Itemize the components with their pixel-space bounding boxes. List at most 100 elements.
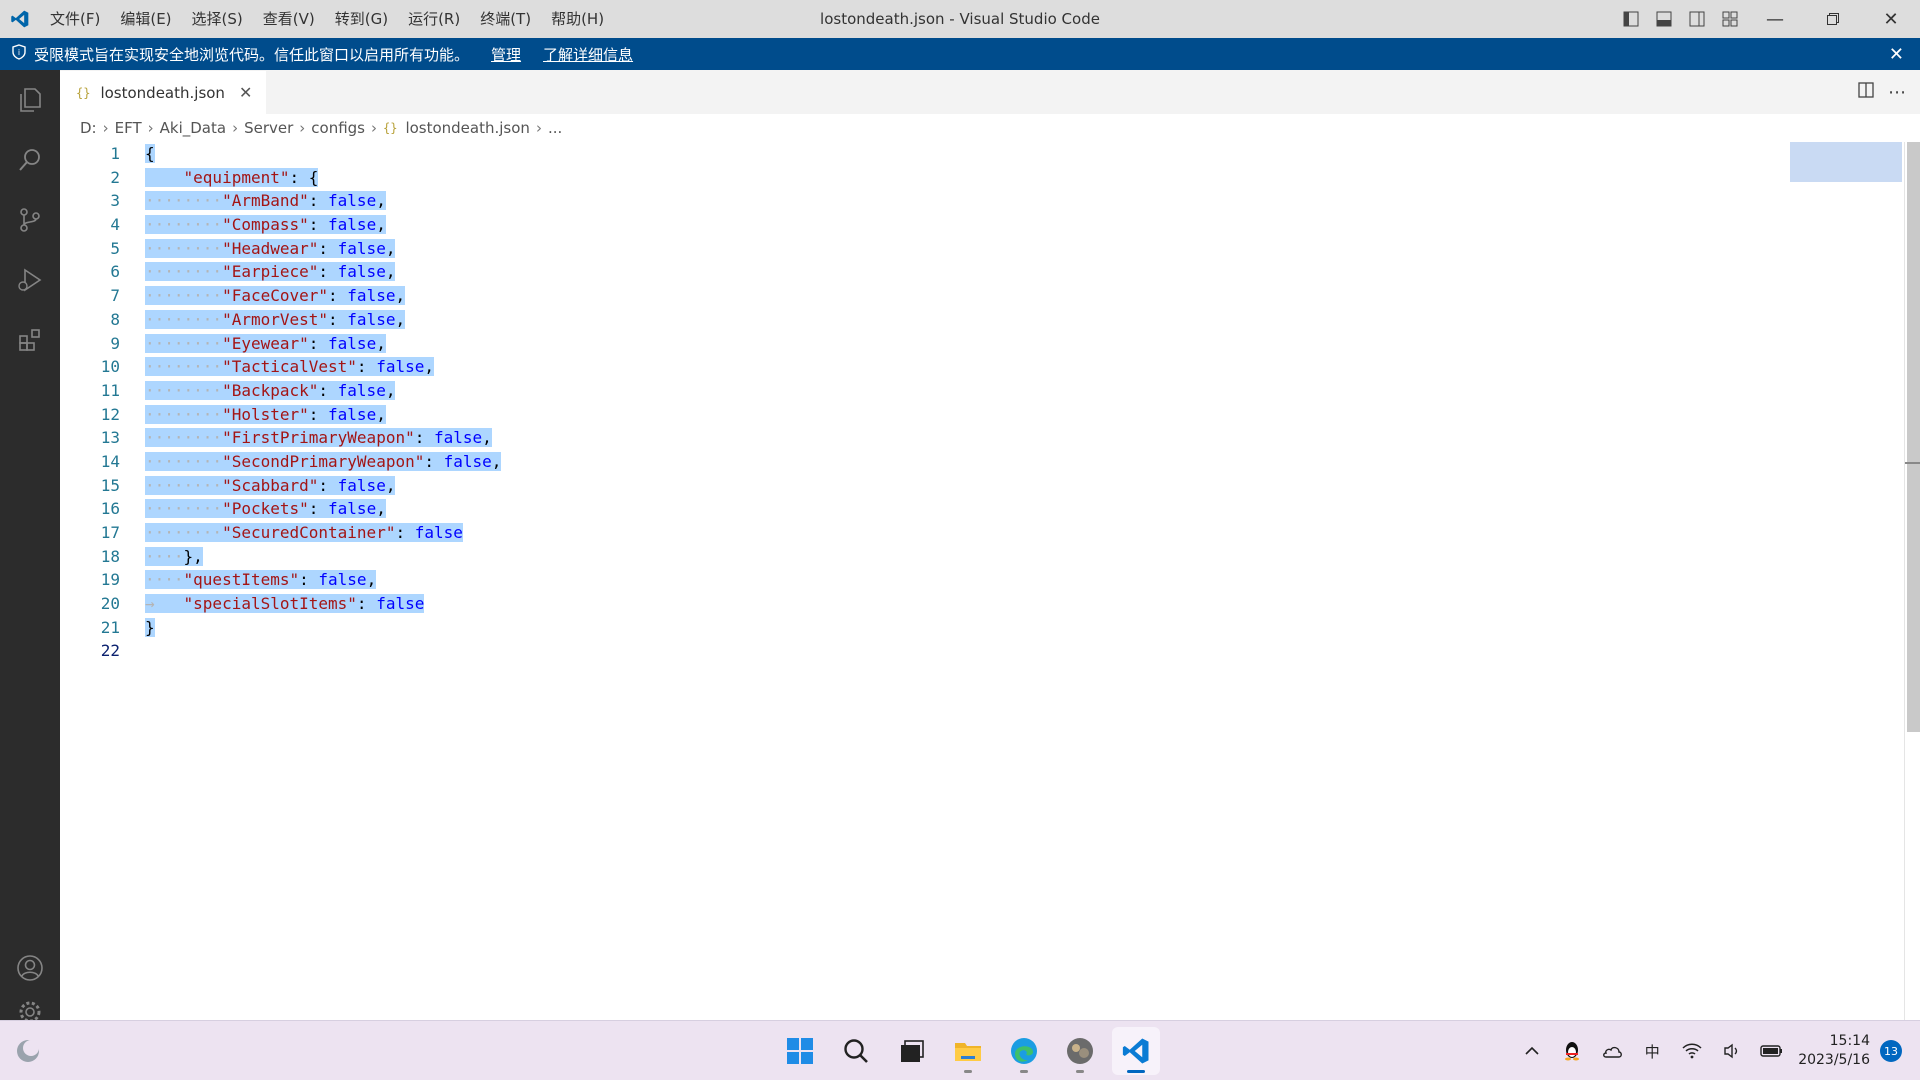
breadcrumb-item[interactable]: EFT [115, 119, 142, 137]
menu-run[interactable]: 运行(R) [398, 0, 470, 38]
vscode-logo-icon [0, 0, 40, 38]
more-actions-icon[interactable]: ⋯ [1888, 82, 1906, 103]
task-view-icon[interactable] [888, 1027, 936, 1075]
breadcrumb-item[interactable]: ... [548, 119, 562, 137]
line-number: 3 [110, 191, 120, 211]
code-line[interactable]: ········"TacticalVest": false, [145, 355, 501, 379]
code-line[interactable]: ····"questItems": false, [145, 568, 501, 592]
line-number: 13 [100, 428, 120, 448]
source-control-icon[interactable] [0, 190, 60, 250]
breadcrumb-item[interactable]: lostondeath.json [405, 119, 530, 137]
search-icon[interactable] [0, 130, 60, 190]
close-window-button[interactable]: ✕ [1862, 0, 1920, 38]
tab-lostondeath-json[interactable]: {} lostondeath.json ✕ [60, 70, 267, 114]
code-line[interactable]: ········"SecuredContainer": false [145, 521, 501, 545]
line-number: 21 [100, 617, 120, 637]
json-value: false [337, 262, 386, 282]
split-editor-icon[interactable] [1858, 81, 1874, 103]
game-app-icon[interactable] [1056, 1027, 1104, 1075]
code-line[interactable]: ········"SecondPrimaryWeapon": false, [145, 450, 502, 474]
code-editor[interactable]: 1 2 3 4 5 6 7 8 9 10 11 12 13 14 15 16 17 18 19 20 21 22 { "e… [60, 142, 1920, 1020]
code-line[interactable]: { [145, 142, 501, 166]
breadcrumb-item[interactable]: Server [244, 119, 293, 137]
code-line[interactable]: ····}, [145, 545, 501, 569]
taskbar-search-icon[interactable] [832, 1027, 880, 1075]
run-debug-icon[interactable] [0, 250, 60, 310]
code-line[interactable]: ········"Earpiece": false, [145, 260, 501, 284]
code-line[interactable]: ········"Pockets": false, [145, 497, 501, 521]
code-line[interactable]: ········"Eyewear": false, [145, 332, 501, 356]
line-number: 6 [110, 262, 120, 282]
menu-edit[interactable]: 编辑(E) [110, 0, 181, 38]
onedrive-cloud-icon[interactable] [1592, 1044, 1632, 1058]
code-line[interactable]: ········"Scabbard": false, [145, 474, 501, 498]
manage-link[interactable]: 管理 [491, 44, 521, 65]
line-number: 16 [100, 499, 120, 519]
code-line[interactable]: ········"ArmorVest": false, [145, 308, 501, 332]
input-method-indicator[interactable]: 中 [1632, 1041, 1672, 1062]
breadcrumb-item[interactable]: Aki_Data [160, 119, 226, 137]
close-banner-icon[interactable]: ✕ [1889, 44, 1904, 65]
clock[interactable]: 15:14 2023/5/16 [1798, 1032, 1870, 1070]
code-line[interactable]: → "specialSlotItems": false [145, 592, 501, 616]
clock-date: 2023/5/16 [1798, 1052, 1870, 1068]
start-button[interactable] [776, 1027, 824, 1075]
code-line[interactable]: } [145, 616, 501, 640]
code-line[interactable]: ········"Headwear": false, [145, 237, 501, 261]
notification-badge[interactable]: 13 [1880, 1040, 1902, 1062]
file-explorer-icon[interactable] [944, 1027, 992, 1075]
vertical-scrollbar[interactable] [1904, 142, 1920, 1020]
code-line[interactable]: ········"ArmBand": false, [145, 189, 501, 213]
minimap[interactable] [1790, 142, 1902, 1020]
json-key: "Earpiece" [222, 262, 319, 282]
json-value: false [376, 357, 425, 377]
close-tab-icon[interactable]: ✕ [239, 83, 252, 102]
line-number: 14 [100, 451, 120, 471]
weather-widget-icon[interactable] [14, 1037, 42, 1065]
show-hidden-icons-chevron-up-icon[interactable] [1512, 1046, 1552, 1056]
code-line[interactable]: ········"Compass": false, [145, 213, 501, 237]
extensions-icon[interactable] [0, 310, 60, 370]
wifi-icon[interactable] [1672, 1043, 1712, 1059]
code-lines[interactable]: { "equipment": {········"ArmBand": false… [145, 142, 502, 663]
volume-icon[interactable] [1712, 1043, 1752, 1059]
qq-penguin-icon[interactable] [1552, 1041, 1592, 1061]
battery-icon[interactable] [1752, 1044, 1792, 1058]
toggle-secondary-sidebar-icon[interactable] [1680, 0, 1713, 38]
edge-browser-icon[interactable] [1000, 1027, 1048, 1075]
code-line[interactable]: ········"Holster": false, [145, 403, 501, 427]
explorer-icon[interactable] [0, 70, 60, 130]
minimap-slider[interactable] [1790, 142, 1902, 182]
code-punctuation: , [376, 499, 386, 519]
minimize-button[interactable]: — [1746, 0, 1804, 38]
breadcrumb-item[interactable]: configs [311, 119, 365, 137]
breadcrumb-item[interactable]: D: [80, 119, 97, 137]
toggle-panel-icon[interactable] [1647, 0, 1680, 38]
selection-highlight: ········"TacticalVest": false, [145, 357, 434, 377]
json-value: false [328, 499, 377, 519]
selection-highlight: { [145, 144, 155, 163]
menu-go[interactable]: 转到(G) [325, 0, 398, 38]
code-line[interactable]: ········"FirstPrimaryWeapon": false, [145, 426, 501, 450]
code-line[interactable]: ········"Backpack": false, [145, 379, 501, 403]
editor-tab-bar: {} lostondeath.json ✕ ⋯ [60, 70, 1920, 114]
toggle-primary-sidebar-icon[interactable] [1614, 0, 1647, 38]
account-icon[interactable] [0, 938, 60, 998]
menu-view[interactable]: 查看(V) [253, 0, 325, 38]
menu-file[interactable]: 文件(F) [40, 0, 110, 38]
scrollbar-thumb[interactable] [1907, 142, 1920, 732]
settings-gear-icon[interactable] [0, 998, 60, 1020]
code-line[interactable]: ········"FaceCover": false, [145, 284, 501, 308]
json-value: false [433, 428, 483, 448]
code-line[interactable] [145, 639, 501, 663]
code-text: }, [183, 546, 203, 566]
whitespace-indent: → [145, 594, 184, 614]
menu-selection[interactable]: 选择(S) [182, 0, 253, 38]
customize-layout-icon[interactable] [1713, 0, 1746, 38]
menu-help[interactable]: 帮助(H) [541, 0, 614, 38]
menu-terminal[interactable]: 终端(T) [470, 0, 541, 38]
vscode-taskbar-icon[interactable] [1112, 1027, 1160, 1075]
learn-more-link[interactable]: 了解详细信息 [543, 44, 633, 65]
code-line[interactable]: "equipment": { [145, 166, 501, 190]
restore-button[interactable] [1804, 0, 1862, 38]
